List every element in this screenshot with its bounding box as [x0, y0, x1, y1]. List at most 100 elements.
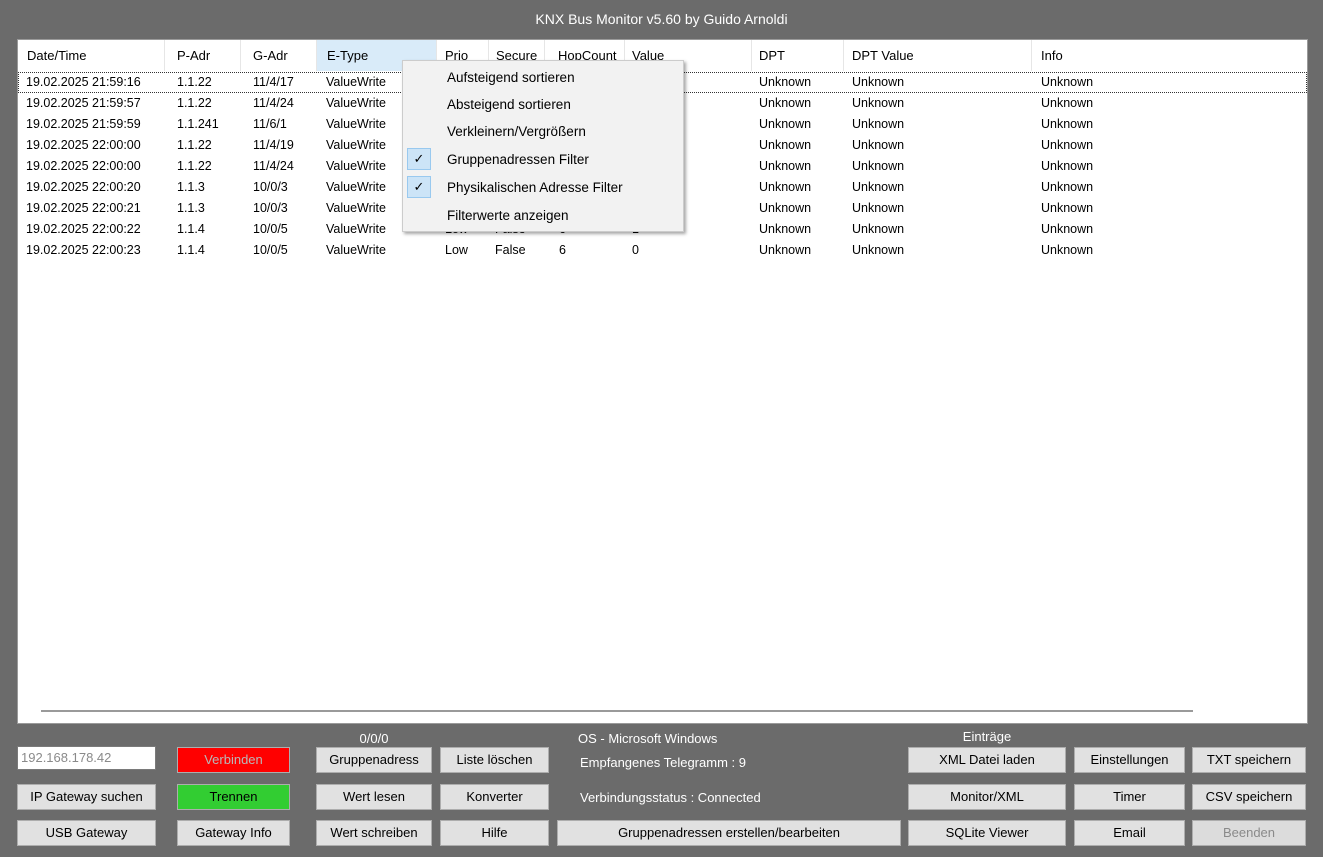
- table-cell: 10/0/3: [253, 201, 288, 215]
- menu-item-label: Filterwerte anzeigen: [447, 208, 569, 223]
- col-header-datetime[interactable]: Date/Time: [18, 40, 165, 71]
- table-cell: Unknown: [1041, 117, 1094, 131]
- converter-button[interactable]: Konverter: [440, 784, 549, 810]
- table-cell: Unknown: [852, 96, 905, 110]
- table-cell: Unknown: [1041, 159, 1094, 173]
- table-cell: 1.1.22: [177, 96, 212, 110]
- table-cell: Unknown: [759, 96, 812, 110]
- timer-button[interactable]: Timer: [1074, 784, 1185, 810]
- table-cell: 11/4/19: [253, 138, 294, 152]
- table-cell: Unknown: [759, 117, 812, 131]
- ip-address-field[interactable]: 192.168.178.42: [17, 746, 156, 770]
- write-value-button[interactable]: Wert schreiben: [316, 820, 432, 846]
- menu-item-sort-descending[interactable]: Absteigend sortieren: [403, 91, 683, 118]
- table-cell: Unknown: [852, 243, 905, 257]
- window-title: KNX Bus Monitor v5.60 by Guido Arnoldi: [0, 0, 1323, 34]
- table-cell: ValueWrite: [326, 243, 386, 257]
- ip-gateway-search-button[interactable]: IP Gateway suchen: [17, 784, 156, 810]
- column-context-menu: Aufsteigend sortieren Absteigend sortier…: [402, 60, 684, 232]
- checkmark-icon: ✓: [407, 148, 431, 170]
- gateway-info-button[interactable]: Gateway Info: [177, 820, 290, 846]
- table-cell: 1.1.4: [177, 222, 205, 236]
- save-csv-button[interactable]: CSV speichern: [1192, 784, 1306, 810]
- table-cell: Unknown: [759, 180, 812, 194]
- table-cell: 10/0/5: [253, 243, 288, 257]
- menu-item-sort-ascending[interactable]: Aufsteigend sortieren: [403, 64, 683, 91]
- table-cell: Unknown: [759, 222, 812, 236]
- usb-gateway-button[interactable]: USB Gateway: [17, 820, 156, 846]
- menu-item-resize[interactable]: Verkleinern/Vergrößern: [403, 118, 683, 145]
- table-cell: Unknown: [1041, 222, 1094, 236]
- create-edit-group-addresses-button[interactable]: Gruppenadressen erstellen/bearbeiten: [557, 820, 901, 846]
- col-header-gadr[interactable]: G-Adr: [241, 40, 317, 71]
- entries-label: Einträge: [962, 729, 1012, 744]
- email-button[interactable]: Email: [1074, 820, 1185, 846]
- table-cell: False: [495, 243, 526, 257]
- col-header-dpt-value[interactable]: DPT Value: [844, 40, 1032, 71]
- table-cell: Unknown: [1041, 201, 1094, 215]
- save-txt-button[interactable]: TXT speichern: [1192, 747, 1306, 773]
- table-cell: Unknown: [759, 138, 812, 152]
- monitor-xml-button[interactable]: Monitor/XML: [908, 784, 1066, 810]
- table-cell: Unknown: [852, 117, 905, 131]
- settings-button[interactable]: Einstellungen: [1074, 747, 1185, 773]
- table-row[interactable]: 19.02.2025 22:00:23 1.1.4 10/0/5 ValueWrite…: [18, 240, 1307, 261]
- menu-item-label: Verkleinern/Vergrößern: [447, 124, 586, 139]
- help-button[interactable]: Hilfe: [440, 820, 549, 846]
- menu-item-show-filter-values[interactable]: Filterwerte anzeigen: [403, 202, 683, 229]
- table-cell: Unknown: [852, 201, 905, 215]
- menu-item-physical-address-filter[interactable]: ✓ Physikalischen Adresse Filter: [403, 174, 683, 201]
- table-cell: Unknown: [759, 243, 812, 257]
- disconnect-button[interactable]: Trennen: [177, 784, 290, 810]
- table-cell: 0: [632, 243, 639, 257]
- table-cell: 1.1.4: [177, 243, 205, 257]
- load-xml-button[interactable]: XML Datei laden: [908, 747, 1066, 773]
- menu-item-label: Physikalischen Adresse Filter: [447, 180, 623, 195]
- table-cell: 11/4/17: [253, 75, 294, 89]
- table-cell: 19.02.2025 22:00:21: [26, 201, 141, 215]
- table-cell: 11/4/24: [253, 159, 294, 173]
- table-cell: Unknown: [852, 138, 905, 152]
- table-cell: 1.1.22: [177, 159, 212, 173]
- table-cell: Unknown: [852, 180, 905, 194]
- table-cell: Unknown: [759, 201, 812, 215]
- table-cell: 10/0/3: [253, 180, 288, 194]
- col-header-info[interactable]: Info: [1032, 40, 1307, 71]
- table-cell: Unknown: [852, 222, 905, 236]
- table-cell: 1.1.241: [177, 117, 219, 131]
- table-cell: Unknown: [852, 75, 905, 89]
- table-cell: Unknown: [759, 75, 812, 89]
- menu-item-label: Gruppenadressen Filter: [447, 152, 589, 167]
- table-cell: 11/4/24: [253, 96, 294, 110]
- table-cell: Unknown: [1041, 75, 1094, 89]
- checkmark-icon: ✓: [407, 176, 431, 198]
- sqlite-viewer-button[interactable]: SQLite Viewer: [908, 820, 1066, 846]
- col-header-dpt[interactable]: DPT: [752, 40, 844, 71]
- horizontal-scrollbar[interactable]: [41, 710, 1193, 712]
- table-cell: 1.1.22: [177, 75, 212, 89]
- clear-list-button[interactable]: Liste löschen: [440, 747, 549, 773]
- col-header-padr[interactable]: P-Adr: [165, 40, 241, 71]
- table-cell: Low: [445, 243, 468, 257]
- menu-item-label: Aufsteigend sortieren: [447, 70, 575, 85]
- quit-button[interactable]: Beenden: [1192, 820, 1306, 846]
- table-cell: Unknown: [1041, 96, 1094, 110]
- table-cell: 19.02.2025 22:00:00: [26, 138, 141, 152]
- table-cell: 19.02.2025 22:00:23: [26, 243, 141, 257]
- received-telegram-label: Empfangenes Telegramm : 9: [580, 755, 746, 770]
- table-cell: 19.02.2025 21:59:57: [26, 96, 141, 110]
- menu-item-label: Absteigend sortieren: [447, 97, 571, 112]
- connect-button[interactable]: Verbinden: [177, 747, 290, 773]
- table-cell: Unknown: [852, 159, 905, 173]
- group-address-button[interactable]: Gruppenadress: [316, 747, 432, 773]
- table-cell: 10/0/5: [253, 222, 288, 236]
- table-cell: 1.1.3: [177, 180, 205, 194]
- group-address-display: 0/0/0: [359, 731, 389, 746]
- read-value-button[interactable]: Wert lesen: [316, 784, 432, 810]
- os-label: OS - Microsoft Windows: [578, 731, 718, 746]
- table-cell: 19.02.2025 22:00:20: [26, 180, 141, 194]
- menu-item-group-address-filter[interactable]: ✓ Gruppenadressen Filter: [403, 146, 683, 173]
- table-cell: Unknown: [1041, 180, 1094, 194]
- table-cell: 19.02.2025 22:00:00: [26, 159, 141, 173]
- table-cell: 19.02.2025 21:59:59: [26, 117, 141, 131]
